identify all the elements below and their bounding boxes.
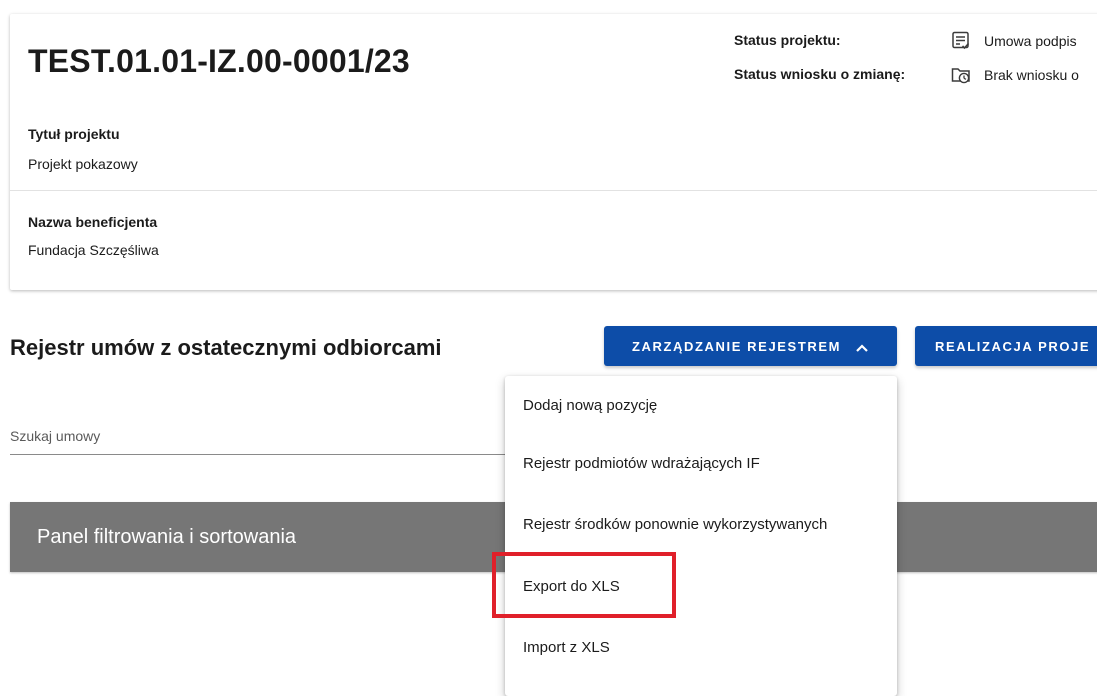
menu-item-add-new[interactable]: Dodaj nową pozycję bbox=[505, 376, 897, 434]
menu-item-if-entities-register[interactable]: Rejestr podmiotów wdrażających IF bbox=[505, 434, 897, 492]
search-input[interactable] bbox=[10, 428, 490, 444]
card-divider bbox=[10, 190, 1097, 191]
search-field[interactable] bbox=[10, 420, 520, 455]
project-card: TEST.01.01-IZ.00-0001/23 Status projektu… bbox=[10, 14, 1097, 290]
project-title-value: Projekt pokazowy bbox=[28, 156, 138, 172]
manage-register-button[interactable]: ZARZĄDZANIE REJESTREM bbox=[604, 326, 897, 366]
beneficiary-value: Fundacja Szczęśliwa bbox=[28, 242, 159, 258]
change-status-text: Brak wniosku o bbox=[984, 67, 1079, 83]
export-highlight-box bbox=[492, 552, 676, 618]
project-realization-button[interactable]: REALIZACJA PROJE bbox=[915, 326, 1097, 366]
document-check-icon bbox=[950, 30, 972, 52]
beneficiary-label: Nazwa beneficjenta bbox=[28, 214, 158, 230]
filter-sort-panel-label: Panel filtrowania i sortowania bbox=[37, 526, 297, 548]
menu-item-reused-funds-register[interactable]: Rejestr środków ponownie wykorzystywanyc… bbox=[505, 495, 897, 553]
menu-item-import-xls[interactable]: Import z XLS bbox=[505, 618, 897, 676]
project-status-label: Status projektu: bbox=[734, 32, 841, 48]
project-realization-label: REALIZACJA PROJE bbox=[935, 338, 1091, 354]
manage-register-label: ZARZĄDZANIE REJESTREM bbox=[631, 338, 842, 354]
project-title-label: Tytuł projektu bbox=[28, 126, 120, 142]
folder-clock-icon bbox=[950, 64, 972, 86]
manage-register-menu: Dodaj nową pozycję Rejestr podmiotów wdr… bbox=[505, 376, 897, 696]
project-status-text: Umowa podpis bbox=[984, 33, 1077, 49]
project-number: TEST.01.01-IZ.00-0001/23 bbox=[28, 43, 410, 79]
chevron-up-icon bbox=[855, 341, 869, 352]
change-status-label: Status wniosku o zmianę: bbox=[734, 66, 906, 82]
change-status-value: Brak wniosku o bbox=[950, 64, 1079, 86]
project-status-value: Umowa podpis bbox=[950, 30, 1077, 52]
register-title: Rejestr umów z ostatecznymi odbiorcami bbox=[10, 335, 442, 360]
